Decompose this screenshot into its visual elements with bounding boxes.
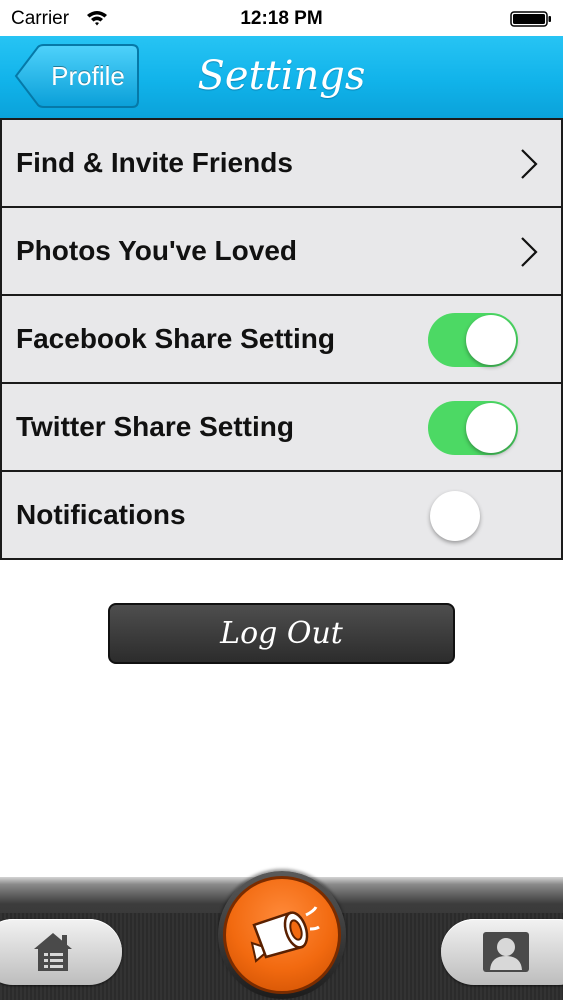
- photos-loved-row[interactable]: Photos You've Loved: [0, 208, 563, 296]
- notifications-toggle[interactable]: [428, 489, 518, 543]
- nav-bar: Profile Settings: [0, 36, 563, 120]
- page-title: Settings: [197, 53, 366, 99]
- logout-label: Log Out: [220, 616, 343, 651]
- home-tab-button[interactable]: [0, 919, 122, 985]
- find-invite-friends-row[interactable]: Find & Invite Friends: [0, 118, 563, 208]
- row-label: Notifications: [16, 499, 186, 530]
- toggle-knob: [466, 403, 516, 453]
- chevron-right-icon: [521, 149, 538, 179]
- twitter-share-toggle[interactable]: [428, 401, 518, 455]
- chevron-right-icon: [521, 237, 538, 267]
- logout-button[interactable]: Log Out: [108, 603, 455, 664]
- row-label: Facebook Share Setting: [16, 323, 335, 354]
- notifications-row: Notifications: [0, 472, 563, 560]
- back-button-label: Profile: [51, 61, 125, 91]
- status-time: 12:18 PM: [240, 8, 323, 29]
- toggle-knob: [466, 315, 516, 365]
- row-label: Photos You've Loved: [16, 235, 297, 266]
- status-bar: Carrier 12:18 PM: [0, 0, 563, 36]
- twitter-share-row: Twitter Share Setting: [0, 384, 563, 472]
- megaphone-icon: [250, 906, 320, 963]
- toggle-knob: [430, 491, 480, 541]
- megaphone-button[interactable]: [223, 876, 341, 994]
- tab-bar: [0, 871, 563, 1000]
- home-icon: [34, 933, 72, 971]
- facebook-share-toggle[interactable]: [428, 313, 518, 367]
- settings-list: Find & Invite Friends Photos You've Love…: [0, 118, 563, 560]
- profile-icon: [483, 932, 529, 972]
- profile-back-button[interactable]: Profile: [14, 44, 140, 108]
- battery-icon: [510, 11, 551, 27]
- row-label: Find & Invite Friends: [16, 147, 293, 178]
- profile-tab-button[interactable]: [441, 919, 563, 985]
- row-label: Twitter Share Setting: [16, 411, 294, 442]
- facebook-share-row: Facebook Share Setting: [0, 296, 563, 384]
